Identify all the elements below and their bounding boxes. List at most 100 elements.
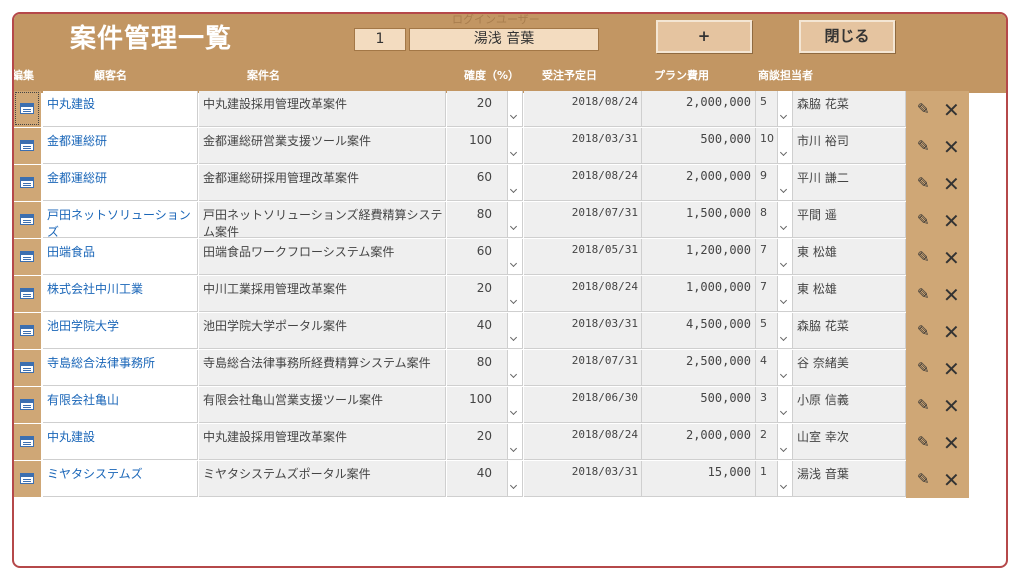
add-button[interactable]: + (656, 20, 752, 53)
chevron-down-icon[interactable] (777, 276, 792, 311)
pencil-icon[interactable]: ✎ (917, 359, 930, 377)
edit-cell[interactable] (14, 461, 41, 497)
edit-cell[interactable] (14, 276, 41, 312)
chevron-down-icon[interactable] (777, 461, 792, 496)
staff-select[interactable]: 5 (756, 313, 793, 349)
pencil-icon[interactable]: ✎ (917, 396, 930, 414)
form-icon[interactable] (20, 214, 34, 225)
project-name[interactable]: 中丸建設採用管理改革案件 (199, 91, 446, 127)
chevron-down-icon[interactable] (507, 128, 522, 163)
chevron-down-icon[interactable] (507, 461, 522, 496)
probability-select[interactable]: 60 (447, 165, 523, 201)
form-icon[interactable] (20, 325, 34, 336)
x-icon[interactable]: ✕ (943, 98, 960, 122)
project-name[interactable]: ミヤタシステムズポータル案件 (199, 461, 446, 497)
form-icon[interactable] (20, 436, 34, 447)
customer-name[interactable]: 金都運総研 (43, 128, 198, 164)
pencil-icon[interactable]: ✎ (917, 433, 930, 451)
staff-select[interactable]: 3 (756, 387, 793, 423)
customer-name[interactable]: 池田学院大学 (43, 313, 198, 349)
expected-date[interactable]: 2018/08/24 (524, 276, 642, 312)
x-icon[interactable]: ✕ (943, 135, 960, 159)
project-name[interactable]: 金都運総研営業支援ツール案件 (199, 128, 446, 164)
plan-cost[interactable]: 2,000,000 (642, 424, 756, 460)
chevron-down-icon[interactable] (777, 387, 792, 422)
plan-cost[interactable]: 1,500,000 (642, 202, 756, 238)
chevron-down-icon[interactable] (507, 387, 522, 422)
project-name[interactable]: 戸田ネットソリューションズ経費精算システム案件 (199, 202, 446, 239)
staff-select[interactable]: 7 (756, 239, 793, 275)
customer-name[interactable]: 中丸建設 (43, 91, 198, 127)
chevron-down-icon[interactable] (507, 424, 522, 459)
staff-select[interactable]: 5 (756, 91, 793, 127)
chevron-down-icon[interactable] (777, 424, 792, 459)
expected-date[interactable]: 2018/06/30 (524, 387, 642, 423)
x-icon[interactable]: ✕ (943, 209, 960, 233)
customer-name[interactable]: 田端食品 (43, 239, 198, 275)
close-button[interactable]: 閉じる (799, 20, 895, 53)
probability-select[interactable]: 20 (447, 276, 523, 312)
form-icon[interactable] (20, 140, 34, 151)
pencil-icon[interactable]: ✎ (917, 174, 930, 192)
pencil-icon[interactable]: ✎ (917, 211, 930, 229)
staff-select[interactable]: 4 (756, 350, 793, 386)
plan-cost[interactable]: 2,000,000 (642, 165, 756, 201)
expected-date[interactable]: 2018/07/31 (524, 350, 642, 386)
chevron-down-icon[interactable] (777, 350, 792, 385)
edit-cell[interactable] (14, 313, 41, 349)
plan-cost[interactable]: 2,500,000 (642, 350, 756, 386)
plan-cost[interactable]: 500,000 (642, 128, 756, 164)
chevron-down-icon[interactable] (507, 165, 522, 200)
probability-select[interactable]: 60 (447, 239, 523, 275)
edit-cell[interactable] (14, 202, 41, 238)
x-icon[interactable]: ✕ (943, 468, 960, 492)
expected-date[interactable]: 2018/05/31 (524, 239, 642, 275)
form-icon[interactable] (20, 288, 34, 299)
form-icon[interactable] (20, 362, 34, 373)
form-icon[interactable] (20, 177, 34, 188)
form-icon[interactable] (20, 103, 34, 114)
plan-cost[interactable]: 2,000,000 (642, 91, 756, 127)
customer-name[interactable]: 中丸建設 (43, 424, 198, 460)
x-icon[interactable]: ✕ (943, 283, 960, 307)
chevron-down-icon[interactable] (507, 350, 522, 385)
staff-select[interactable]: 9 (756, 165, 793, 201)
form-icon[interactable] (20, 473, 34, 484)
chevron-down-icon[interactable] (507, 276, 522, 311)
pencil-icon[interactable]: ✎ (917, 470, 930, 488)
x-icon[interactable]: ✕ (943, 320, 960, 344)
customer-name[interactable]: 戸田ネットソリューションズ (43, 202, 198, 239)
expected-date[interactable]: 2018/03/31 (524, 313, 642, 349)
plan-cost[interactable]: 1,000,000 (642, 276, 756, 312)
staff-select[interactable]: 1 (756, 461, 793, 497)
project-name[interactable]: 寺島総合法律事務所経費精算システム案件 (199, 350, 446, 386)
x-icon[interactable]: ✕ (943, 357, 960, 381)
plan-cost[interactable]: 15,000 (642, 461, 756, 497)
staff-select[interactable]: 8 (756, 202, 793, 238)
edit-cell[interactable] (14, 350, 41, 386)
x-icon[interactable]: ✕ (943, 246, 960, 270)
project-name[interactable]: 池田学院大学ポータル案件 (199, 313, 446, 349)
x-icon[interactable]: ✕ (943, 431, 960, 455)
pencil-icon[interactable]: ✎ (917, 322, 930, 340)
probability-select[interactable]: 20 (447, 91, 523, 127)
form-icon[interactable] (20, 251, 34, 262)
expected-date[interactable]: 2018/08/24 (524, 165, 642, 201)
x-icon[interactable]: ✕ (943, 394, 960, 418)
expected-date[interactable]: 2018/07/31 (524, 202, 642, 238)
plan-cost[interactable]: 500,000 (642, 387, 756, 423)
chevron-down-icon[interactable] (777, 239, 792, 274)
customer-name[interactable]: ミヤタシステムズ (43, 461, 198, 497)
x-icon[interactable]: ✕ (943, 172, 960, 196)
plan-cost[interactable]: 1,200,000 (642, 239, 756, 275)
customer-name[interactable]: 有限会社亀山 (43, 387, 198, 423)
chevron-down-icon[interactable] (777, 91, 792, 126)
staff-select[interactable]: 2 (756, 424, 793, 460)
expected-date[interactable]: 2018/08/24 (524, 424, 642, 460)
pencil-icon[interactable]: ✎ (917, 285, 930, 303)
plan-cost[interactable]: 4,500,000 (642, 313, 756, 349)
chevron-down-icon[interactable] (507, 202, 522, 237)
project-name[interactable]: 金都運総研採用管理改革案件 (199, 165, 446, 201)
probability-select[interactable]: 100 (447, 387, 523, 423)
project-name[interactable]: 田端食品ワークフローシステム案件 (199, 239, 446, 275)
